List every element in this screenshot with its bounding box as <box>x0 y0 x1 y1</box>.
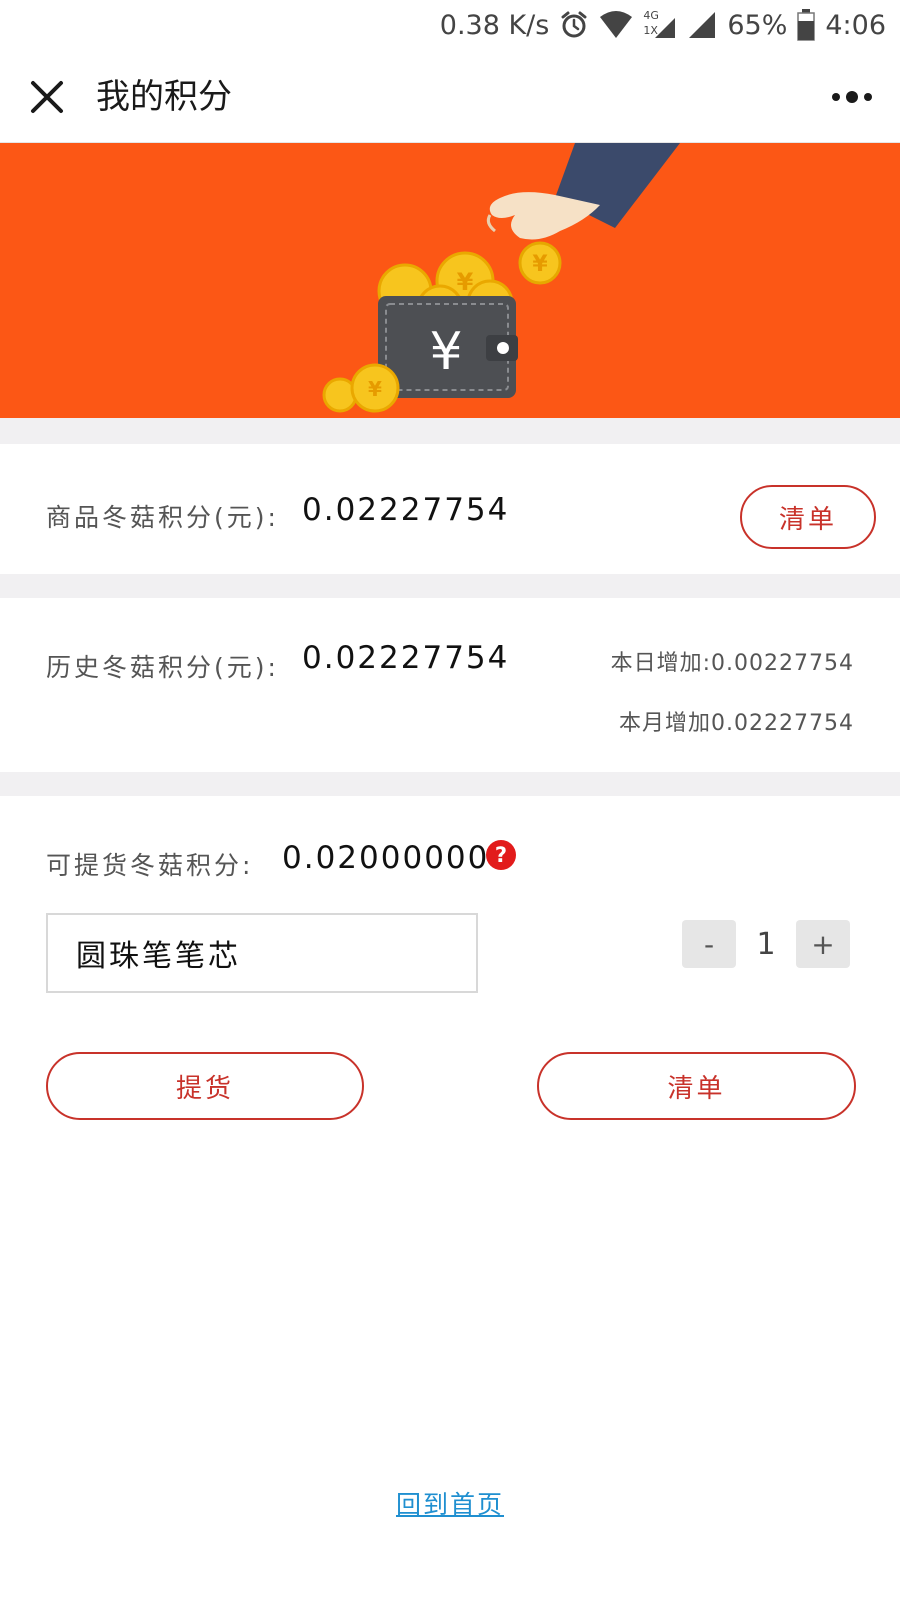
pickup-list-button[interactable]: 清单 <box>537 1052 856 1120</box>
pickup-points-value: 0.02000000 <box>282 840 490 876</box>
more-icon-dot <box>864 93 872 101</box>
goods-points-value: 0.02227754 <box>302 492 510 528</box>
separator <box>0 574 900 598</box>
points-banner: ¥ ¥ ¥ ¥ <box>0 143 900 418</box>
close-icon <box>31 81 63 113</box>
status-icons: 0.38 K/s 4G 1X 65% 4:06 <box>440 8 886 42</box>
signal-4g-icon: 4G 1X <box>643 10 677 40</box>
status-bar: 0.38 K/s 4G 1X 65% 4:06 <box>0 0 900 50</box>
net-speed: 0.38 K/s <box>439 9 550 41</box>
page-title: 我的积分 <box>96 77 232 117</box>
quantity-value[interactable]: 1 <box>740 920 792 968</box>
alarm-icon <box>559 10 589 40</box>
pickup-item-field[interactable]: 圆珠笔笔芯 <box>46 913 478 993</box>
month-increase: 本月增加0.02227754 <box>619 711 854 736</box>
clock: 4:06 <box>825 9 886 41</box>
history-points-value: 0.02227754 <box>302 640 510 676</box>
more-icon-dot <box>832 93 840 101</box>
close-button[interactable] <box>22 72 72 122</box>
pickup-points-label: 可提货冬菇积分: <box>46 851 254 880</box>
wallet-coins-illustration: ¥ ¥ ¥ ¥ <box>322 143 680 413</box>
title-bar: 我的积分 <box>0 50 900 143</box>
history-points-label: 历史冬菇积分(元): <box>46 653 279 682</box>
battery-icon <box>797 9 816 41</box>
more-button[interactable] <box>824 72 880 122</box>
goods-list-button[interactable]: 清单 <box>740 485 876 549</box>
back-to-home-link[interactable]: 回到首页 <box>396 1490 504 1519</box>
separator <box>0 418 900 444</box>
quantity-increase-button[interactable]: + <box>796 920 850 968</box>
quantity-decrease-button[interactable]: - <box>682 920 736 968</box>
help-icon[interactable]: ? <box>486 840 516 870</box>
pickup-button[interactable]: 提货 <box>46 1052 364 1120</box>
wifi-icon <box>599 11 633 39</box>
coin-symbol: ¥ <box>368 377 382 401</box>
separator <box>0 772 900 796</box>
coin-symbol: ¥ <box>532 252 548 277</box>
more-icon-dot <box>846 91 858 103</box>
today-increase: 本日增加:0.00227754 <box>610 651 854 676</box>
goods-points-label: 商品冬菇积分(元): <box>46 503 279 532</box>
signal-icon <box>687 10 717 40</box>
wallet-symbol: ¥ <box>429 322 462 382</box>
home-link-container: 回到首页 <box>0 1485 900 1521</box>
quantity-stepper: - 1 + <box>682 920 850 968</box>
battery-level: 65% <box>727 9 788 41</box>
